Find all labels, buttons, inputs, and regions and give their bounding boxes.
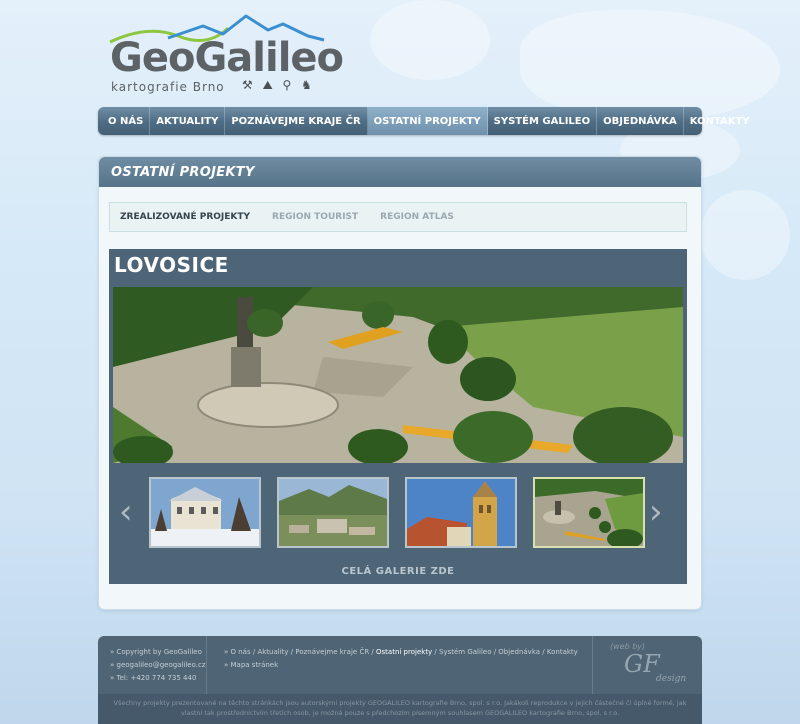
chevron-right-icon: › [649,492,663,532]
nav-item-ostatni-projekty[interactable]: Ostatní projekty [367,107,488,135]
footer-link-row: » O nás / Aktuality / Poznávejme kraje Č… [224,648,578,656]
footer-links: » O nás / Aktuality / Poznávejme kraje Č… [224,646,578,672]
gallery-title: LOVOSICE [114,253,229,277]
footer-link-aktuality[interactable]: Aktuality [257,648,288,656]
footer: » Copyright by GeoGalileo » geogalileo@g… [98,636,702,724]
gallery-prev-button[interactable]: ‹ [119,495,133,529]
footer-copyright: » Copyright by GeoGalileo [110,648,202,656]
footer-link-objednavka[interactable]: Objednávka [498,648,540,656]
main-nav: O nás Aktuality Poznávejme kraje ČR Osta… [98,107,750,135]
nav-item-aktuality[interactable]: Aktuality [150,107,226,135]
footer-contacts: » Copyright by GeoGalileo » geogalileo@g… [110,646,210,685]
gf-design-logo[interactable]: GF [624,650,660,678]
photo-gallery: LOVOSICE ‹ › CELÁ GALERIE ZDE [109,249,687,584]
subnav-item-region-atlas[interactable]: Region Atlas [380,212,454,222]
footer-email[interactable]: » geogalileo@geogalileo.cz [110,659,210,672]
gallery-thumbnail[interactable] [149,477,261,548]
gf-design-label: design [656,674,687,684]
world-map-bg [700,190,790,280]
footer-link-system-galileo[interactable]: Systém Galileo [439,648,491,656]
project-subnav: Zrealizované projekty Region Tourist Reg… [109,202,687,232]
logo-title: GeoGalileo [110,35,344,81]
footer-sitemap-link[interactable]: » Mapa stránek [224,659,578,672]
site-logo[interactable]: GeoGalileo kartografie Brno ⚒ ⛰ ⚲ ♞ [108,14,344,96]
nav-item-system-galileo[interactable]: Systém Galileo [488,107,598,135]
nav-item-objednavka[interactable]: Objednávka [597,107,684,135]
footer-phone: » Tel: +420 774 735 440 [110,674,197,682]
footer-link-kontakty[interactable]: Kontakty [547,648,578,656]
page: { "logo": { "title": "GeoGalileo", "subt… [0,0,800,724]
nav-item-poznavejme-kraje[interactable]: Poznávejme kraje ČR [225,107,368,135]
gallery-thumbnail[interactable] [533,477,645,548]
content-panel: Ostatní projekty Zrealizované projekty R… [98,156,702,610]
footer-link-ostatni-projekty[interactable]: Ostatní projekty [376,648,432,656]
main-photo[interactable] [113,287,683,463]
gallery-thumbnail[interactable] [277,477,389,548]
nav-item-o-nas[interactable]: O nás [102,107,151,135]
subnav-item-zrealizovane[interactable]: Zrealizované projekty [120,212,250,222]
footer-divider [206,636,207,694]
page-title: Ostatní projekty [111,164,255,180]
gallery-thumbnail[interactable] [405,477,517,548]
activity-icons: ⚒ ⛰ ⚲ ♞ [242,78,315,92]
gallery-next-button[interactable]: › [649,495,663,529]
subnav-item-region-tourist[interactable]: Region Tourist [272,212,358,222]
footer-link-o-nas[interactable]: O nás [231,648,251,656]
world-map-bg [520,10,780,120]
world-map-bg [370,0,490,80]
nav-item-kontakty[interactable]: Kontakty [684,107,756,135]
chevron-left-icon: ‹ [119,492,133,532]
footer-link-poznavejme[interactable]: Poznávejme kraje ČR [295,648,369,656]
panel-header: Ostatní projekty [99,157,701,187]
logo-subtitle: kartografie Brno [111,80,225,94]
copyright-notice: Všechny projekty prezentované na těchto … [98,694,702,724]
full-gallery-link[interactable]: Celá galerie zde [109,566,687,577]
footer-divider [592,636,593,694]
